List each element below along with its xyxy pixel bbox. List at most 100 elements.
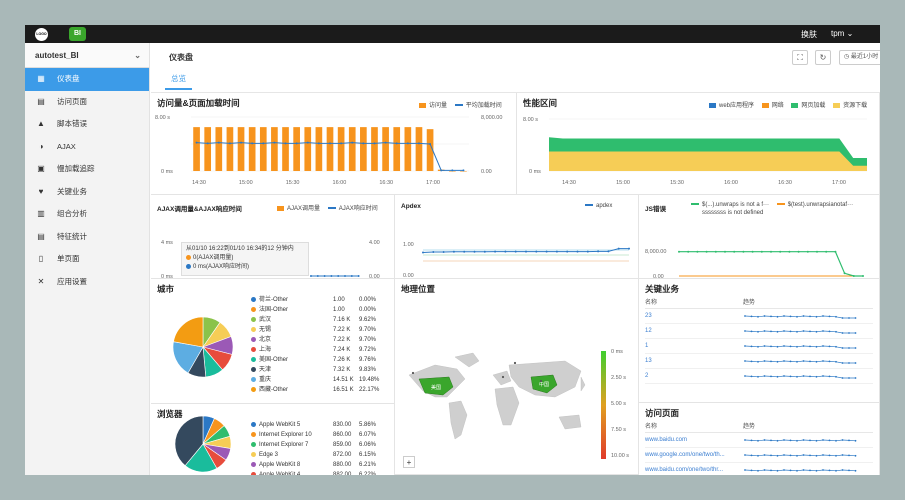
city-pie-chart[interactable] [173, 317, 233, 377]
browser-pie-chart[interactable] [175, 416, 231, 472]
js-errors-chart[interactable]: 8,000.000.0014:3015:0015:3016:0016:3017:… [639, 195, 880, 279]
legend-value: 16.51 K [333, 387, 354, 393]
row-name-link[interactable]: 23 [645, 313, 652, 319]
x-tick-label: 16:00 [724, 180, 738, 186]
slow-load-icon: ▣ [37, 164, 45, 173]
legend-row: 武汉 7.16 K 9.62% [251, 315, 391, 325]
legend-row: 无锡 7.22 K 9.70% [251, 325, 391, 335]
row-name-link[interactable]: www.baidu.com/one/two/thr... [645, 467, 723, 473]
row-name-link[interactable]: www.google.com/one/two/th... [645, 452, 725, 458]
scale-label: 5.00 s [611, 401, 626, 407]
legend-name: 武汉 [259, 317, 272, 323]
tab-overview[interactable]: 总览 [165, 73, 192, 90]
bar [204, 127, 212, 171]
company-logo[interactable]: LOGO [35, 28, 48, 41]
bi-logo[interactable]: BI [69, 27, 86, 41]
fullscreen-button[interactable]: ⛶ [792, 50, 808, 65]
chevron-down-icon: ⌄ [846, 29, 854, 38]
legend-percent: 9.62% [359, 317, 377, 323]
legend-name: 法国-Other [259, 307, 289, 313]
legend-dot [251, 431, 256, 437]
geo-panel: 地理位置 美国 中国 0 ms 2.50 s 5.00 s 7.50 s 10.00 s + [395, 279, 639, 475]
y-axis-top: 1.00 [403, 242, 414, 248]
row-name-link[interactable]: www.baidu.com [645, 437, 687, 443]
visits-panel: 访问量&页面加载时间 访问量 平均加载时间 8.00 s0 ms 8,000.00… [151, 93, 517, 195]
bar [393, 127, 401, 171]
sidebar-item-7[interactable]: ▥ 组合分析 [25, 203, 149, 226]
sidebar-item-1[interactable]: ▦ 仪表盘 [25, 68, 149, 91]
table-row[interactable]: 12 [645, 324, 873, 339]
trend-sparkline [744, 345, 857, 349]
legend-percent: 19.48% [359, 377, 380, 383]
legend-value: 7.22 K [333, 337, 351, 343]
legend-row: Internet Explorer 7 859.00 6.06% [251, 440, 391, 450]
legend-value: 7.26 K [333, 357, 351, 363]
sidebar-item-6[interactable]: ♥ 关键业务 [25, 181, 149, 204]
row-name-link[interactable]: 12 [645, 328, 652, 334]
apdex-chart[interactable]: 1.000.0014:3015:0015:3016:0016:3017:00 [395, 195, 639, 279]
legend-row: Apple WebKit 4 882.00 6.22% [251, 470, 391, 475]
map-marker [411, 371, 415, 375]
sidebar-item-8[interactable]: ▤ 特征统计 [25, 226, 149, 249]
visits-chart[interactable]: 8.00 s 0 ms 8,000.00 0.00 14:30 15:00 15:30 16:… [151, 93, 517, 195]
world-map[interactable]: 美国 中国 0 ms 2.50 s 5.00 s 7.50 s 10.00 s [395, 279, 639, 475]
table-row[interactable]: www.baidu.com/one/two/thr... [645, 463, 873, 475]
skin-button[interactable]: 换肤 [801, 29, 817, 40]
row-name-link[interactable]: 1 [645, 343, 648, 349]
legend-percent: 6.15% [359, 452, 377, 458]
legend-value: 872.00 [333, 452, 352, 458]
sidebar-item-9[interactable]: ▯ 单页面 [25, 248, 149, 271]
chart-tooltip: 从01/10 16:22到01/10 16:34的12 分钟内 0(AJAX调用… [181, 242, 309, 276]
legend-dot [251, 461, 256, 467]
row-name-link[interactable]: 2 [645, 373, 648, 379]
legend-value: 7.32 K [333, 367, 351, 373]
legend-percent: 6.22% [359, 472, 377, 475]
sidebar-item-3[interactable]: ▲ 脚本错误 [25, 113, 149, 136]
line-point [330, 275, 333, 277]
legend-name: 上海 [259, 347, 272, 353]
zoom-in-button[interactable]: + [403, 456, 415, 468]
browser-legend-table: Apple WebKit 5 830.00 5.86% Internet Explor… [251, 420, 391, 475]
row-name-link[interactable]: 13 [645, 358, 652, 364]
land-shape [492, 370, 512, 386]
table-row[interactable]: 1 [645, 339, 873, 354]
table-row[interactable]: 2 [645, 369, 873, 384]
table-row[interactable]: 13 [645, 354, 873, 369]
legend-value: 7.16 K [333, 317, 351, 323]
table-row[interactable]: www.baidu.com [645, 433, 873, 448]
tooltip-range: 从01/10 16:22到01/10 16:34的12 分钟内 [186, 246, 294, 252]
sidebar-item-5[interactable]: ▣ 慢加载追踪 [25, 158, 149, 181]
bar [371, 127, 378, 171]
legend-name: 天津 [259, 367, 272, 373]
land-shape [454, 352, 480, 368]
bar [415, 127, 423, 171]
refresh-button[interactable]: ↻ [815, 50, 831, 65]
legend-percent: 22.17% [359, 387, 380, 393]
sidebar-item-4[interactable]: ◑ AJAX [25, 136, 149, 159]
table-row[interactable]: www.google.com/one/two/th... [645, 448, 873, 463]
warning-icon: ▲ [37, 119, 45, 128]
wrench-icon: ✕ [37, 276, 45, 286]
sparkline-line [744, 315, 856, 319]
grid-icon: ▦ [37, 74, 45, 83]
sparkline-line [744, 330, 856, 334]
table-row[interactable]: 23 [645, 309, 873, 324]
legend-percent: 0.00% [359, 307, 377, 313]
trend-sparkline [744, 315, 857, 319]
user-menu[interactable]: tpm ⌄ [831, 29, 853, 38]
x-tick-label: 16:30 [778, 180, 792, 186]
line-point [316, 275, 319, 277]
x-tick-label: 15:00 [239, 180, 253, 186]
time-range-select[interactable]: ◷ 最近1小时 ⌄ [839, 50, 880, 65]
sidebar: autotest_BI ⌄ ▦ 仪表盘 ▤ 访问页面 ▲ 脚本错误 ◑ AJAX ▣ 慢加载追踪 ♥… [25, 43, 150, 475]
legend-percent: 0.00% [359, 297, 377, 303]
sidebar-item-10[interactable]: ✕ 应用设置 [25, 271, 149, 294]
perf-chart[interactable]: 8.00 s 0 ms 14:30 15:00 15:30 16:00 16:30 17:00 [517, 93, 880, 195]
app-selector[interactable]: autotest_BI ⌄ [25, 43, 149, 68]
trend-sparkline [744, 454, 857, 457]
tooltip-calls: 0(AJAX调用量) [186, 254, 304, 263]
legend-percent: 9.83% [359, 367, 377, 373]
legend-value: 882.00 [333, 472, 352, 475]
legend-dot [251, 356, 256, 362]
sidebar-item-2[interactable]: ▤ 访问页面 [25, 91, 149, 114]
